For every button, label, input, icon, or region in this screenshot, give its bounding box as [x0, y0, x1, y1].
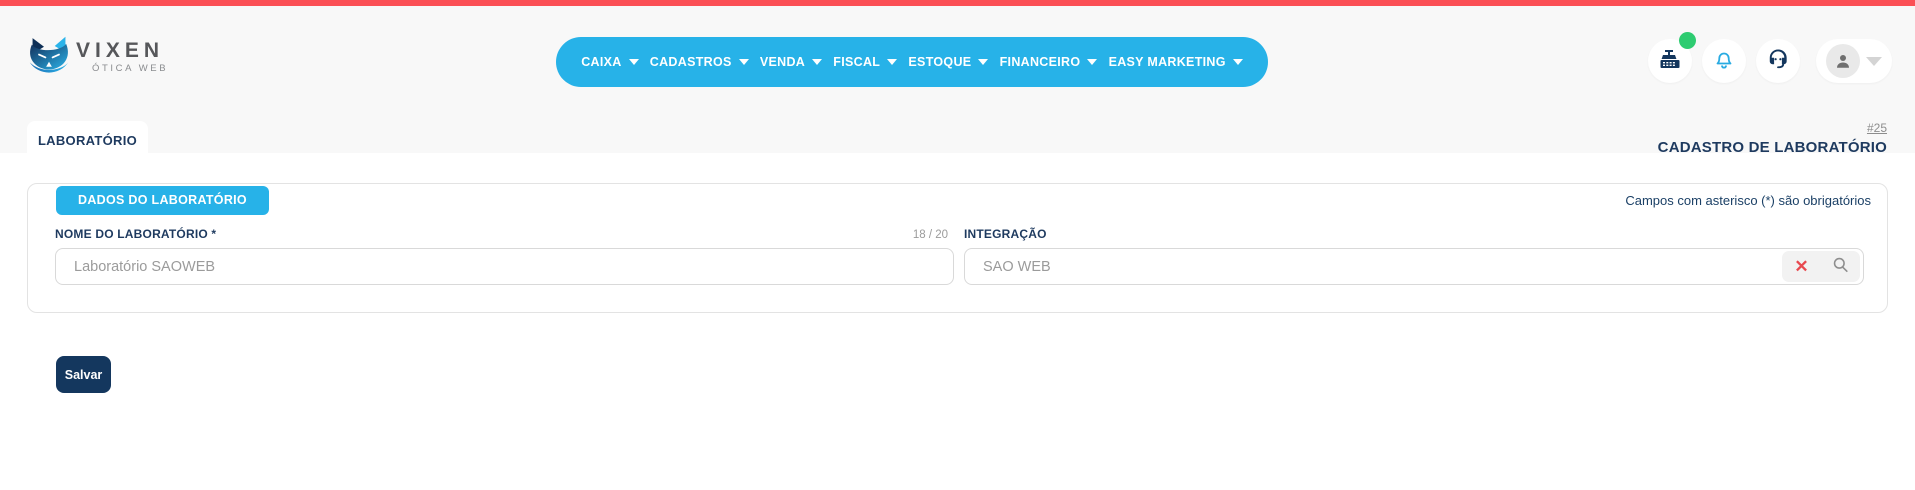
nav-item-label: CADASTROS — [650, 55, 732, 69]
chevron-down-icon — [739, 59, 749, 65]
chevron-down-icon — [978, 59, 988, 65]
brand-name: VIXEN — [76, 41, 168, 61]
page: VIXEN ÓTICA WEB CAIXA CADASTROS VENDA FI… — [0, 0, 1915, 490]
main-nav: CAIXA CADASTROS VENDA FISCAL ESTOQUE FIN… — [556, 37, 1268, 87]
status-online-badge — [1679, 32, 1696, 49]
bell-icon — [1712, 47, 1736, 76]
nav-item-label: EASY MARKETING — [1109, 55, 1226, 69]
chevron-down-icon — [1087, 59, 1097, 65]
integracao-actions: ✕ — [1782, 251, 1860, 282]
nav-item-easy-marketing[interactable]: EASY MARKETING — [1109, 55, 1243, 69]
nav-item-financeiro[interactable]: FINANCEIRO — [1000, 55, 1098, 69]
integracao-input[interactable] — [964, 248, 1864, 285]
chevron-down-icon — [1866, 57, 1882, 66]
support-button[interactable] — [1756, 39, 1800, 83]
nav-item-label: CAIXA — [581, 55, 621, 69]
chevron-down-icon — [812, 59, 822, 65]
field-nome-do-laboratorio: NOME DO LABORATÓRIO * 18 / 20 — [55, 225, 954, 285]
section-badge: DADOS DO LABORATÓRIO — [56, 186, 269, 215]
nav-item-caixa[interactable]: CAIXA — [581, 55, 638, 69]
nav-item-label: FISCAL — [833, 55, 880, 69]
nav-item-label: ESTOQUE — [908, 55, 971, 69]
nav-item-estoque[interactable]: ESTOQUE — [908, 55, 988, 69]
header-icon-group — [1648, 36, 1892, 86]
field-integracao: INTEGRAÇÃO ✕ — [964, 225, 1864, 285]
brand-logo[interactable]: VIXEN ÓTICA WEB — [26, 36, 168, 76]
brand-subtitle: ÓTICA WEB — [76, 63, 168, 74]
notifications-button[interactable] — [1702, 39, 1746, 83]
page-header: #25 CADASTRO DE LABORATÓRIO — [1658, 119, 1887, 156]
laboratory-form-card: DADOS DO LABORATÓRIO Campos com asterisc… — [27, 183, 1888, 313]
brand-text: VIXEN ÓTICA WEB — [76, 41, 168, 74]
char-count: 18 / 20 — [913, 229, 954, 241]
record-number-link[interactable]: #25 — [1867, 121, 1887, 135]
cash-register-icon — [1658, 47, 1682, 76]
search-icon — [1831, 255, 1850, 279]
account-menu-button[interactable] — [1816, 39, 1892, 83]
integracao-label: INTEGRAÇÃO — [964, 227, 1047, 241]
fox-logo-icon — [26, 36, 72, 76]
search-button[interactable] — [1821, 251, 1860, 282]
chevron-down-icon — [629, 59, 639, 65]
nav-item-cadastros[interactable]: CADASTROS — [650, 55, 749, 69]
cash-register-button[interactable] — [1648, 39, 1692, 83]
required-fields-note: Campos com asterisco (*) são obrigatório… — [1625, 193, 1871, 208]
nav-item-label: FINANCEIRO — [1000, 55, 1081, 69]
header: VIXEN ÓTICA WEB CAIXA CADASTROS VENDA FI… — [0, 6, 1915, 153]
save-button[interactable]: Salvar — [56, 356, 111, 393]
nav-item-fiscal[interactable]: FISCAL — [833, 55, 897, 69]
nav-item-venda[interactable]: VENDA — [760, 55, 822, 69]
clear-x-icon: ✕ — [1794, 258, 1808, 275]
chevron-down-icon — [1233, 59, 1243, 65]
main-content: DADOS DO LABORATÓRIO Campos com asterisc… — [0, 153, 1915, 490]
clear-button[interactable]: ✕ — [1782, 251, 1821, 282]
headset-icon — [1765, 46, 1791, 77]
chevron-down-icon — [887, 59, 897, 65]
nome-label: NOME DO LABORATÓRIO * — [55, 227, 216, 241]
nome-input[interactable] — [55, 248, 954, 285]
avatar — [1826, 44, 1860, 78]
nav-item-label: VENDA — [760, 55, 805, 69]
